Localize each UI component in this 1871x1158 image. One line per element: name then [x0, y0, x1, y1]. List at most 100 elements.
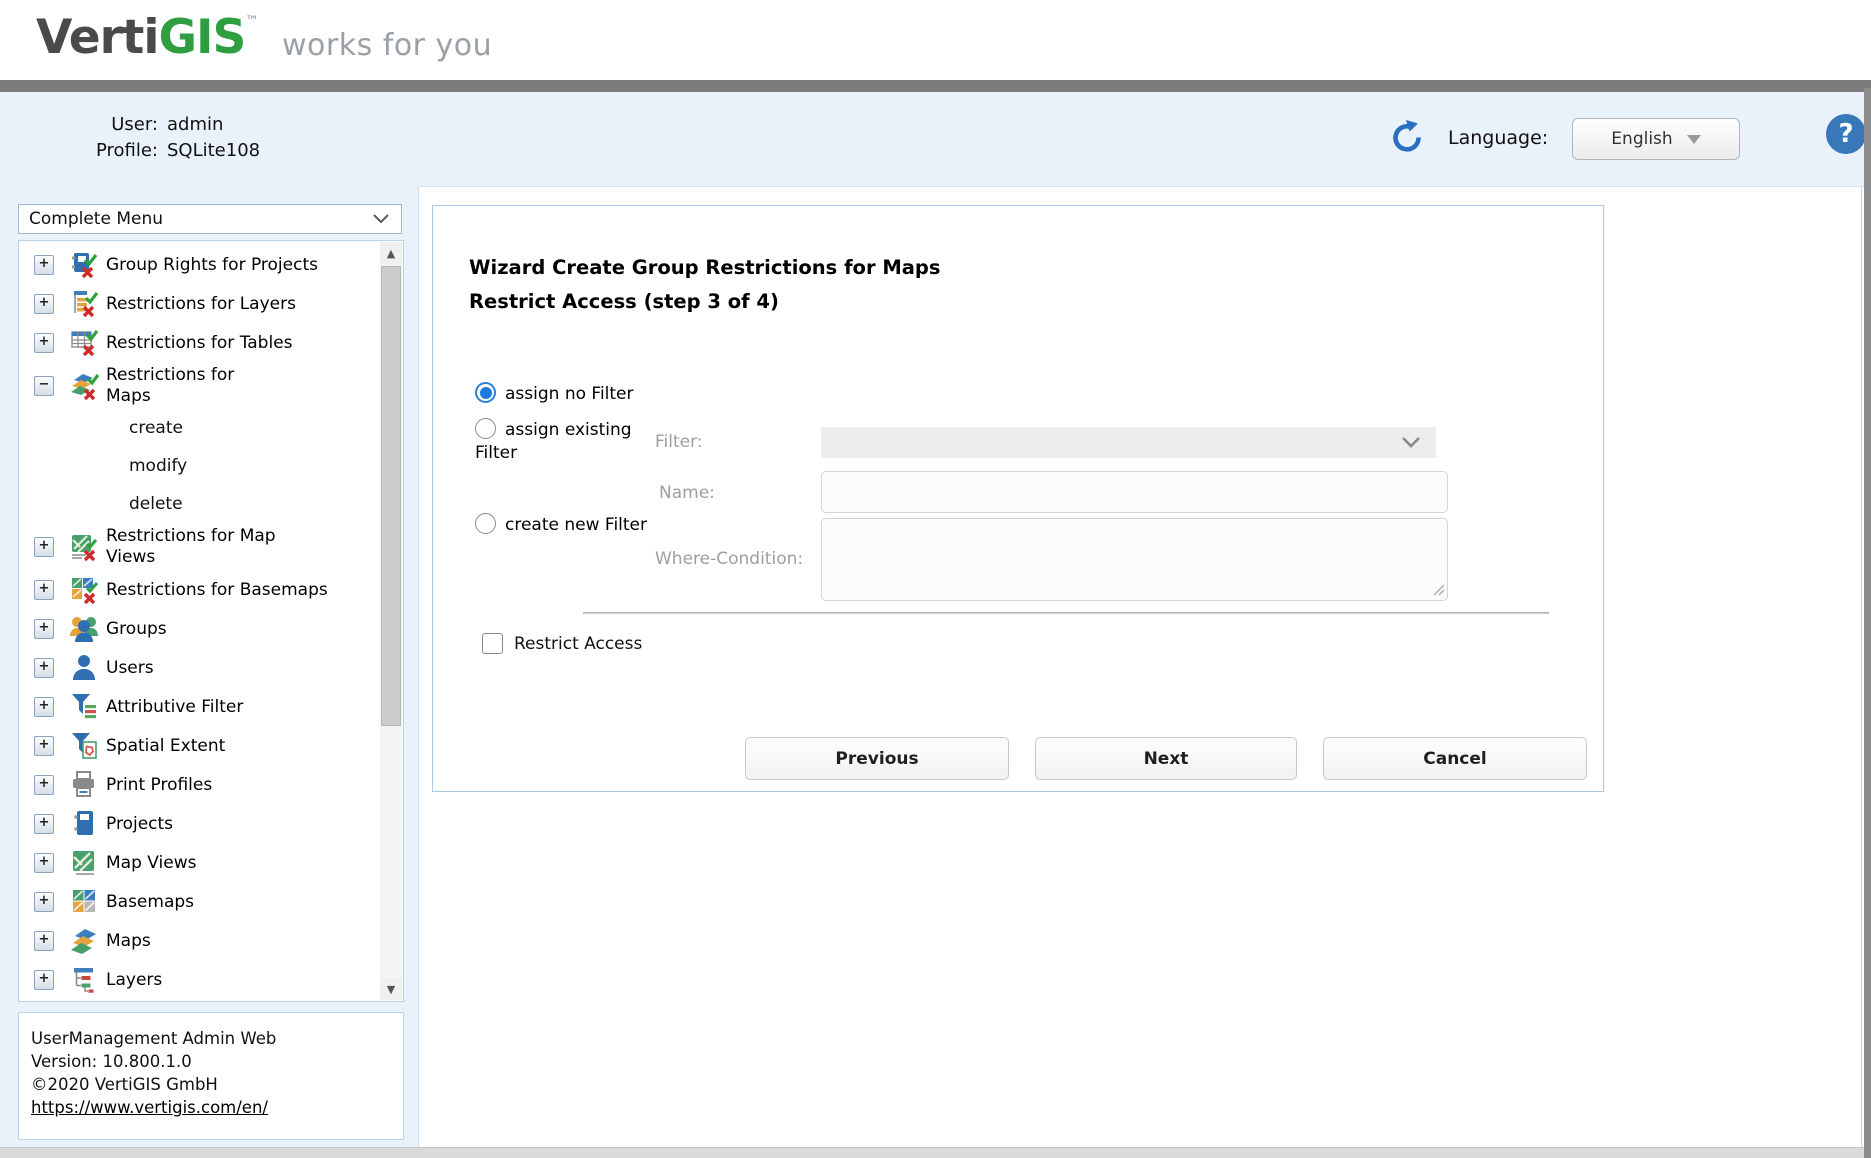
next-button-label: Next: [1144, 749, 1189, 769]
help-button[interactable]: ?: [1826, 114, 1866, 154]
map-views-icon: [68, 847, 100, 879]
tree-item-users[interactable]: + Users: [19, 648, 381, 687]
radio-assign-existing-filter[interactable]: assign existing Filter: [475, 418, 653, 465]
basemaps-icon: [68, 886, 100, 918]
tree-subitem-modify[interactable]: modify: [19, 447, 381, 485]
maps-icon: [68, 925, 100, 957]
attributive-filter-icon: [68, 691, 100, 723]
tree-item-label: Restrictions for Tables: [106, 333, 293, 353]
logo-verti: Verti: [36, 10, 158, 65]
tree-item-map-views[interactable]: + Map Views: [19, 843, 381, 882]
horizontal-scrollbar[interactable]: [0, 1147, 1864, 1158]
vendor-link[interactable]: https://www.vertigis.com/en/: [31, 1098, 268, 1117]
expand-button[interactable]: +: [34, 333, 54, 353]
expand-button[interactable]: +: [34, 658, 54, 678]
menu-mode-select[interactable]: Complete Menu: [18, 204, 402, 234]
expand-button[interactable]: +: [34, 931, 54, 951]
language-select[interactable]: English: [1572, 118, 1740, 160]
restrict-access-option[interactable]: Restrict Access: [482, 633, 642, 654]
radio-button[interactable]: [475, 382, 496, 403]
tree-item-restrictions-for-basemaps[interactable]: + Restrictions for Basemaps: [19, 570, 381, 609]
collapse-button[interactable]: −: [34, 376, 54, 396]
tree-item-basemaps[interactable]: + Basemaps: [19, 882, 381, 921]
tree-item-restrictions-for-tables[interactable]: + Restrictions for Tables: [19, 323, 381, 362]
radio-button[interactable]: [475, 418, 496, 439]
name-input[interactable]: [821, 471, 1448, 513]
tree-item-label: Spatial Extent: [106, 736, 225, 756]
tree-item-label: Restrictions for Maps: [106, 365, 281, 407]
restrict-access-checkbox[interactable]: [482, 633, 503, 654]
tree-item-label: Restrictions for Basemaps: [106, 580, 328, 600]
scrollbar-thumb[interactable]: [381, 266, 401, 726]
radio-button[interactable]: [475, 513, 496, 534]
radio-label: assign existing Filter: [475, 420, 632, 463]
tree-item-layers[interactable]: + Layers: [19, 960, 381, 999]
expand-button[interactable]: +: [34, 970, 54, 990]
navigation-tree: + Group Rights for Projects + Restrictio…: [18, 240, 404, 1002]
spatial-extent-icon: [68, 730, 100, 762]
radio-assign-no-filter[interactable]: assign no Filter: [475, 382, 634, 406]
help-icon: ?: [1838, 119, 1853, 149]
previous-button-label: Previous: [835, 749, 918, 769]
restrictions-maps-icon: [68, 370, 100, 402]
tree-item-restrictions-for-layers[interactable]: + Restrictions for Layers: [19, 284, 381, 323]
tree-item-group-rights-for-projects[interactable]: + Group Rights for Projects: [19, 245, 381, 284]
tree-item-restrictions-for-maps[interactable]: − Restrictions for Maps: [19, 362, 381, 409]
user-value: admin: [167, 112, 260, 138]
expand-button[interactable]: +: [34, 619, 54, 639]
expand-button[interactable]: +: [34, 775, 54, 795]
tree-item-groups[interactable]: + Groups: [19, 609, 381, 648]
next-button[interactable]: Next: [1035, 737, 1297, 780]
wizard-step-subtitle: Restrict Access (step 3 of 4): [469, 286, 779, 317]
product-name: UserManagement Admin Web: [31, 1027, 391, 1050]
expand-button[interactable]: +: [34, 294, 54, 314]
previous-button[interactable]: Previous: [745, 737, 1009, 780]
refresh-icon: [1388, 143, 1424, 162]
scroll-down-button[interactable]: ▼: [380, 978, 402, 1000]
logo-trademark: ™: [245, 14, 257, 29]
profile-value: SQLite108: [167, 138, 260, 164]
tree-item-label: Group Rights for Projects: [106, 255, 318, 275]
restrictions-map-views-icon: [68, 531, 100, 563]
tree-item-projects[interactable]: + Projects: [19, 804, 381, 843]
tree-item-attributive-filter[interactable]: + Attributive Filter: [19, 687, 381, 726]
expand-button[interactable]: +: [34, 892, 54, 912]
tree-item-spatial-extent[interactable]: + Spatial Extent: [19, 726, 381, 765]
content-right-border: [1861, 186, 1862, 1147]
refresh-button[interactable]: [1388, 118, 1424, 158]
users-icon: [68, 652, 100, 684]
expand-button[interactable]: +: [34, 736, 54, 756]
expand-button[interactable]: +: [34, 697, 54, 717]
tree-subitem-label: create: [129, 418, 183, 438]
group-rights-projects-icon: [68, 249, 100, 281]
section-divider: [583, 612, 1549, 614]
tree-item-maps[interactable]: + Maps: [19, 921, 381, 960]
tree-item-restrictions-for-map-views[interactable]: + Restrictions for Map Views: [19, 523, 381, 570]
tree-subitem-delete[interactable]: delete: [19, 485, 381, 523]
radio-create-new-filter[interactable]: create new Filter: [475, 513, 653, 537]
resize-handle-icon[interactable]: [1432, 583, 1445, 596]
tree-subitem-create[interactable]: create: [19, 409, 381, 447]
radio-label: create new Filter: [505, 515, 647, 535]
tree-item-label: Projects: [106, 814, 173, 834]
filter-select[interactable]: [821, 427, 1436, 458]
tree-item-label: Maps: [106, 931, 151, 951]
expand-button[interactable]: +: [34, 580, 54, 600]
restrict-access-label: Restrict Access: [514, 634, 642, 654]
expand-button[interactable]: +: [34, 255, 54, 275]
tree-item-print-profiles[interactable]: + Print Profiles: [19, 765, 381, 804]
cancel-button[interactable]: Cancel: [1323, 737, 1587, 780]
expand-button[interactable]: +: [34, 537, 54, 557]
expand-button[interactable]: +: [34, 814, 54, 834]
tree-scrollbar[interactable]: ▲ ▼: [380, 242, 402, 1000]
tree-item-label: Restrictions for Layers: [106, 294, 296, 314]
wizard-panel: Wizard Create Group Restrictions for Map…: [432, 205, 1604, 792]
vertigis-admin-page: VertiGIS™ works for you User: admin Prof…: [0, 0, 1871, 1158]
restrictions-basemaps-icon: [68, 574, 100, 606]
scroll-up-button[interactable]: ▲: [380, 242, 402, 264]
expand-button[interactable]: +: [34, 853, 54, 873]
vertical-scrollbar[interactable]: [1864, 88, 1871, 1158]
where-condition-textarea[interactable]: [821, 518, 1448, 601]
about-box: UserManagement Admin Web Version: 10.800…: [18, 1012, 404, 1140]
menu-mode-select-value: Complete Menu: [29, 209, 163, 229]
